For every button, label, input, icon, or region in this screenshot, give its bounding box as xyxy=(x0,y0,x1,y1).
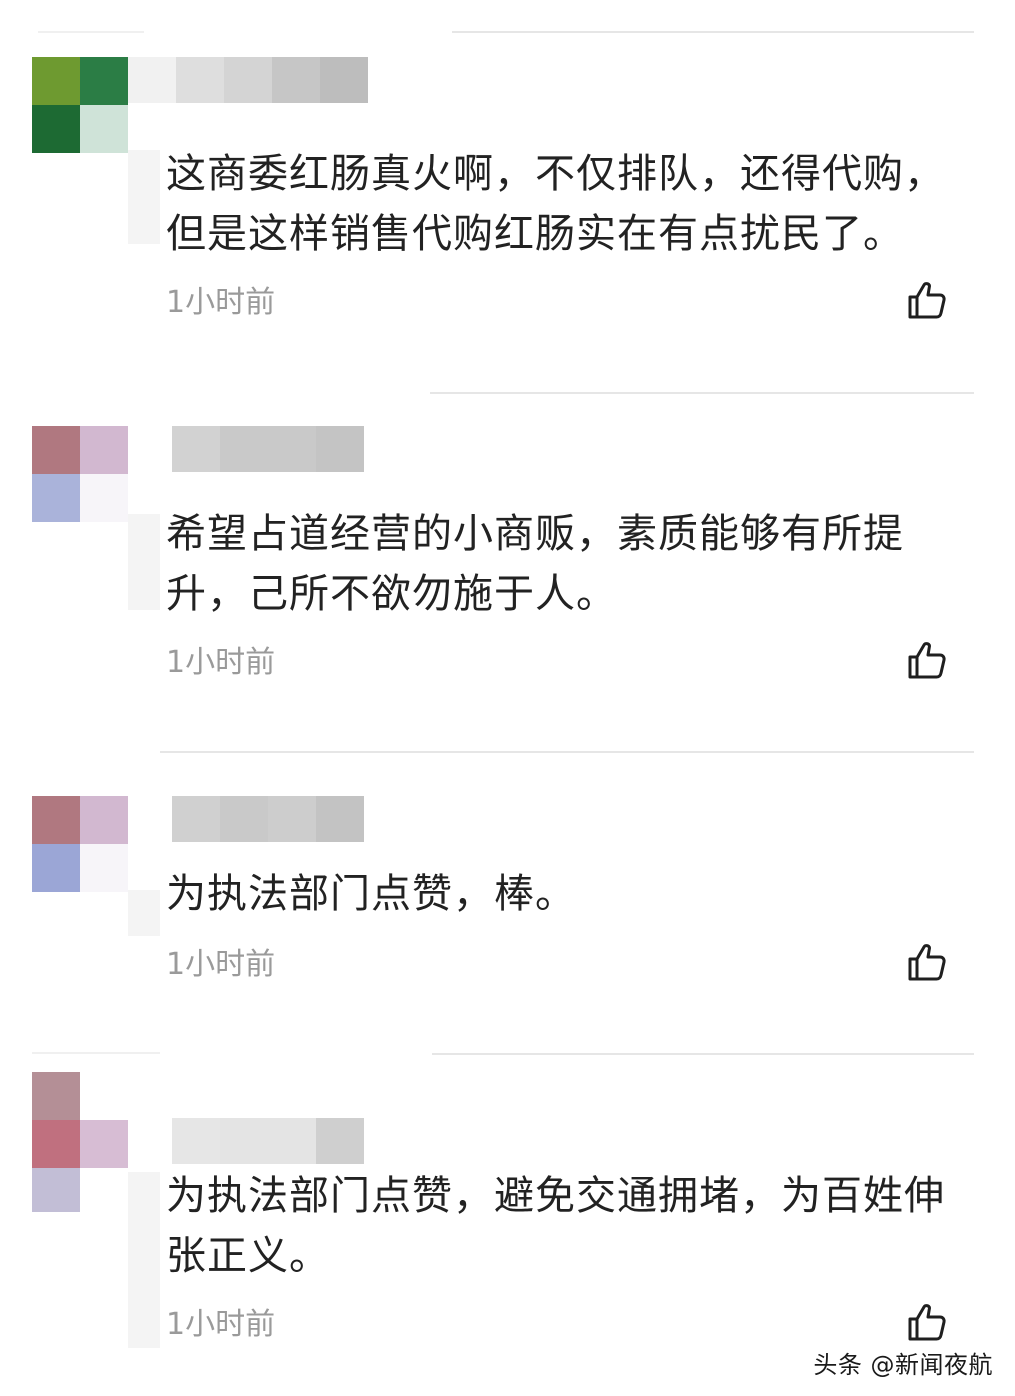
top-divider-left xyxy=(38,31,144,33)
comment-time: 1小时前 xyxy=(166,645,276,680)
comment-time: 1小时前 xyxy=(166,285,276,320)
avatar[interactable] xyxy=(32,796,128,892)
comment-divider-left xyxy=(32,1052,160,1054)
avatar[interactable] xyxy=(32,426,128,522)
thumbs-up-icon[interactable] xyxy=(906,1301,948,1343)
comment-text: 为执法部门点赞，避免交通拥堵，为百姓伸 张正义。 xyxy=(166,1173,945,1279)
blurred-area xyxy=(128,150,160,244)
blurred-area xyxy=(128,890,160,936)
blurred-area xyxy=(128,514,160,610)
comment-divider xyxy=(432,1053,974,1055)
watermark: 头条 @新闻夜航 xyxy=(813,1351,993,1379)
username[interactable] xyxy=(172,1118,364,1164)
thumbs-up-icon[interactable] xyxy=(906,639,948,681)
comment-divider xyxy=(430,392,974,394)
comment-time: 1小时前 xyxy=(166,1307,276,1342)
avatar[interactable] xyxy=(32,57,128,153)
top-divider-right xyxy=(452,31,974,33)
blurred-area xyxy=(128,1172,160,1348)
comment-divider xyxy=(160,751,974,753)
avatar[interactable] xyxy=(32,1072,128,1212)
username[interactable] xyxy=(172,796,364,842)
comment-text: 希望占道经营的小商贩，素质能够有所提 升，己所不欲勿施于人。 xyxy=(166,511,904,617)
comment-text: 为执法部门点赞，棒。 xyxy=(166,871,576,917)
username[interactable] xyxy=(128,57,368,103)
comment-time: 1小时前 xyxy=(166,947,276,982)
username[interactable] xyxy=(172,426,364,472)
comment-text: 这商委红肠真火啊，不仅排队，还得代购， 但是这样销售代购红肠实在有点扰民了。 xyxy=(166,151,945,257)
thumbs-up-icon[interactable] xyxy=(906,279,948,321)
thumbs-up-icon[interactable] xyxy=(906,941,948,983)
